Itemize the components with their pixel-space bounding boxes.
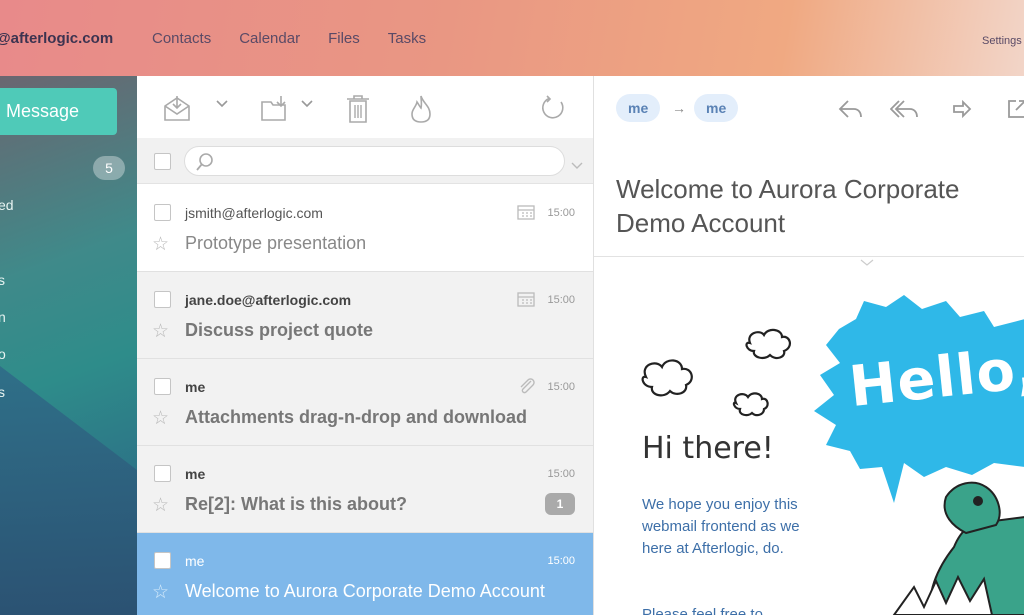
thread-count-badge[interactable]: 1 [545,493,575,515]
message-subject: Attachments drag-n-drop and download [185,407,527,427]
search-box[interactable] [184,146,565,176]
trash-icon[interactable] [345,94,371,124]
star-icon[interactable]: ☆ [152,494,169,517]
reply-icon[interactable] [838,98,864,125]
message-from: me [185,553,205,569]
message-from: me [185,466,206,482]
message-row[interactable]: jane.doe@afterlogic.com 15:00 ☆ Discuss … [137,272,593,359]
calendar-icon [517,291,535,310]
move-to-folder-icon[interactable] [161,94,193,122]
star-icon[interactable]: ☆ [152,407,169,430]
account-email[interactable]: @afterlogic.com [0,30,113,47]
select-all-checkbox[interactable] [154,153,171,170]
crocodile-illustration [892,481,1024,615]
sidebar-item-trash[interactable]: o [0,346,6,362]
message-subject: Prototype presentation [185,233,367,253]
message-from: jane.doe@afterlogic.com [185,292,352,308]
message-title: Welcome to Aurora Corporate Demo Account [616,174,960,238]
calendar-icon [517,204,535,223]
message-body-more: Please feel free to [642,606,763,615]
new-message-label: Message [6,101,80,121]
star-icon[interactable]: ☆ [152,320,169,343]
to-chip[interactable]: me [694,94,739,122]
message-checkbox[interactable] [154,552,171,569]
search-icon [195,152,215,177]
search-bar [137,138,593,184]
greeting-heading: Hi there! [642,431,774,466]
from-chip[interactable]: me [616,94,661,122]
sidebar-item-spam[interactable]: n [0,309,6,325]
message-row[interactable]: me 15:00 ☆ Welcome to Aurora Corporate D… [137,533,593,615]
message-time: 15:00 [547,207,575,219]
forward-icon[interactable] [951,98,973,125]
reply-all-icon[interactable] [889,98,920,125]
chevron-down-icon[interactable] [216,100,228,108]
cloud-icon [641,328,791,417]
chevron-down-icon[interactable] [301,100,313,108]
message-list: jsmith@afterlogic.com 15:00 ☆ Prototype … [137,76,593,615]
nav-settings[interactable]: Settings [982,35,1022,47]
search-options-chevron-icon[interactable] [571,157,583,175]
message-from: me [185,379,206,395]
top-bar: @afterlogic.com Contacts Calendar Files … [0,0,1024,76]
download-icon[interactable] [259,94,291,122]
inbox-unread-count: 5 [93,156,125,180]
nav-files[interactable]: Files [328,30,360,47]
message-row[interactable]: me 15:00 ☆ Re[2]: What is this about? 1 [137,446,593,533]
nav-calendar[interactable]: Calendar [239,30,300,47]
search-input[interactable] [219,147,539,173]
sidebar-item-notes[interactable]: s [0,384,5,400]
nav-contacts[interactable]: Contacts [152,30,211,47]
arrow-right-icon: → [672,100,686,116]
message-preview: me → me Welcome to Aurora Corporate Demo… [593,76,1024,615]
sidebar-decoration [0,366,137,615]
sidebar-item-sent[interactable]: ed [0,197,14,213]
message-checkbox[interactable] [154,291,171,308]
message-checkbox[interactable] [154,465,171,482]
message-row[interactable]: me 15:00 ☆ Attachments drag-n-drop and d… [137,359,593,446]
message-row[interactable]: jsmith@afterlogic.com 15:00 ☆ Prototype … [137,185,593,272]
message-subject: Re[2]: What is this about? [185,494,407,514]
star-icon[interactable]: ☆ [152,581,169,604]
new-message-button[interactable]: Message [0,88,117,135]
message-checkbox[interactable] [154,378,171,395]
message-time: 15:00 [547,555,575,567]
paperclip-icon [517,378,535,397]
sidebar-item-drafts[interactable]: s [0,272,5,288]
message-subject: Discuss project quote [185,320,374,340]
star-icon[interactable]: ☆ [152,233,169,256]
open-new-window-icon[interactable] [1006,98,1024,125]
message-from: jsmith@afterlogic.com [185,205,323,221]
main-nav: Contacts Calendar Files Tasks [152,30,426,47]
message-subject: Welcome to Aurora Corporate Demo Account [185,581,545,601]
message-body: We hope you enjoy this webmail frontend … [642,496,800,557]
message-time: 15:00 [547,468,575,480]
spam-fire-icon[interactable] [409,94,433,124]
folder-sidebar: Message 5 ed s n o s [0,76,137,615]
message-checkbox[interactable] [154,204,171,221]
message-time: 15:00 [547,294,575,306]
nav-tasks[interactable]: Tasks [388,30,426,47]
refresh-icon[interactable] [539,94,567,122]
message-time: 15:00 [547,381,575,393]
list-toolbar [137,76,593,138]
